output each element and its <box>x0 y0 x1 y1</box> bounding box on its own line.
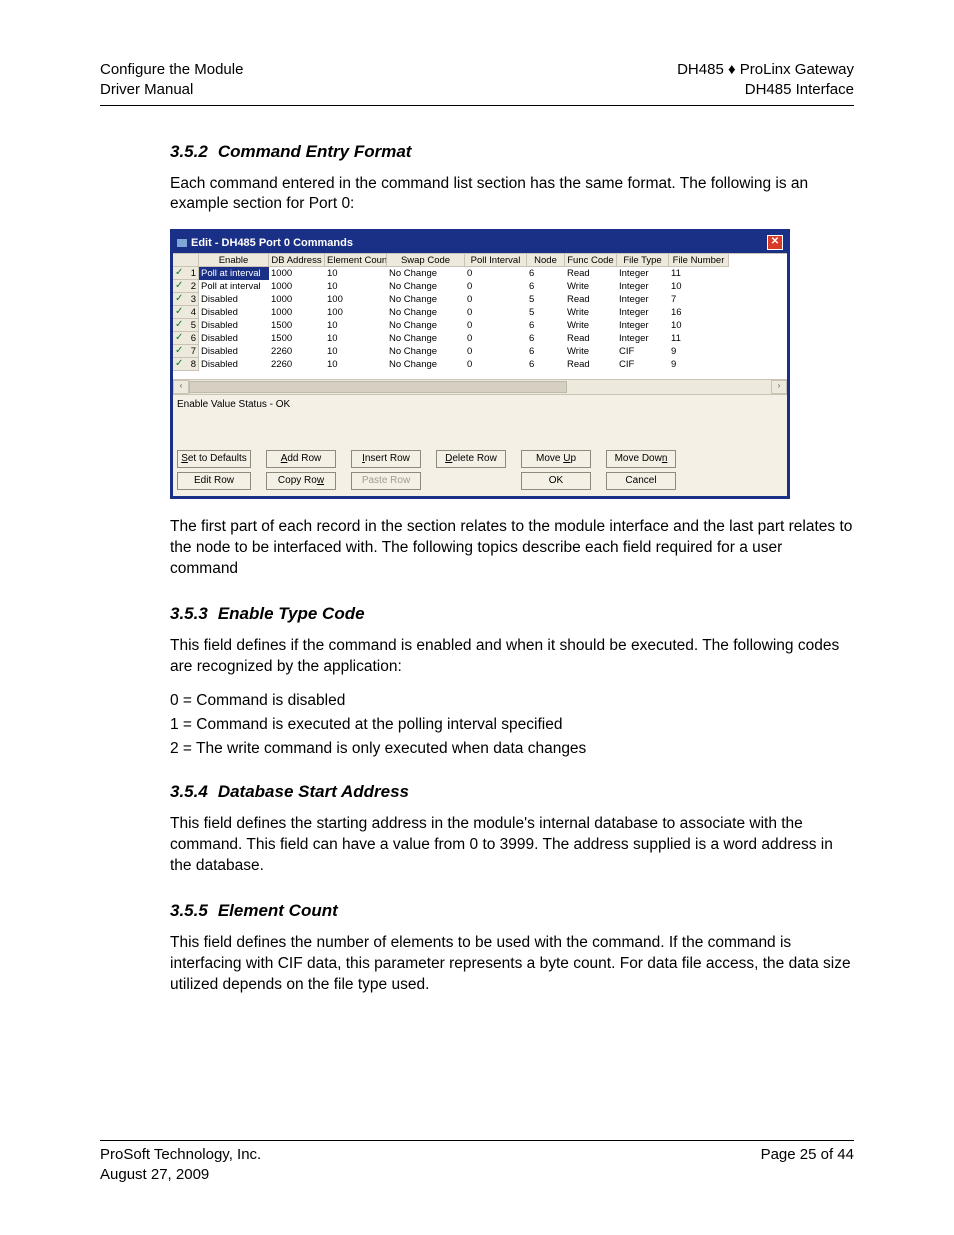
enable-code-0: 0 = Command is disabled <box>170 692 854 710</box>
para-3-5-2-after: The first part of each record in the sec… <box>170 517 854 580</box>
ok-button[interactable]: OK <box>521 472 591 490</box>
table-row[interactable]: ✓5Disabled150010No Change06WriteInteger1… <box>173 319 787 332</box>
scroll-right-icon[interactable]: › <box>771 380 787 394</box>
footer-date: August 27, 2009 <box>100 1165 261 1185</box>
edit-row-button[interactable]: Edit Row <box>177 472 251 490</box>
heading-3-5-4: 3.5.4Database Start Address <box>170 782 854 802</box>
move-down-button[interactable]: Move Down <box>606 450 676 468</box>
heading-3-5-2: 3.5.2Command Entry Format <box>170 142 854 162</box>
table-row[interactable]: ✓3Disabled1000100No Change05ReadInteger7 <box>173 293 787 306</box>
header-left-1: Configure the Module <box>100 60 243 80</box>
grid-header-row: Enable DB Address Element Count Swap Cod… <box>173 254 787 267</box>
para-3-5-5: This field defines the number of element… <box>170 933 854 996</box>
enable-code-1: 1 = Command is executed at the polling i… <box>170 716 854 734</box>
page-header: Configure the Module Driver Manual DH485… <box>100 60 854 106</box>
table-row[interactable]: ✓7Disabled226010No Change06WriteCIF9 <box>173 345 787 358</box>
set-defaults-button[interactable]: Set to Defaults <box>177 450 251 468</box>
scroll-left-icon[interactable]: ‹ <box>173 380 189 394</box>
horizontal-scrollbar[interactable]: ‹ › <box>173 379 787 394</box>
para-3-5-3-intro: This field defines if the command is ena… <box>170 636 854 678</box>
page-content: 3.5.2Command Entry Format Each command e… <box>100 142 854 996</box>
table-row[interactable]: ✓1Poll at interval100010No Change06ReadI… <box>173 267 787 280</box>
heading-3-5-5: 3.5.5Element Count <box>170 901 854 921</box>
header-left-2: Driver Manual <box>100 80 243 100</box>
table-row[interactable]: ✓6Disabled150010No Change06ReadInteger11 <box>173 332 787 345</box>
dialog-titlebar: Edit - DH485 Port 0 Commands ✕ <box>173 232 787 253</box>
insert-row-button[interactable]: Insert Row <box>351 450 421 468</box>
move-up-button[interactable]: Move Up <box>521 450 591 468</box>
status-text: Enable Value Status - OK <box>173 395 787 446</box>
document-page: Configure the Module Driver Manual DH485… <box>0 0 954 1235</box>
dialog-button-area: Set to Defaults Add Row Insert Row Delet… <box>173 450 787 496</box>
enable-code-2: 2 = The write command is only executed w… <box>170 740 854 758</box>
add-row-button[interactable]: Add Row <box>266 450 336 468</box>
table-row[interactable]: ✓8Disabled226010No Change06ReadCIF9 <box>173 358 787 371</box>
edit-commands-dialog: Edit - DH485 Port 0 Commands ✕ Enable DB… <box>170 229 790 499</box>
app-icon <box>177 239 187 247</box>
delete-row-button[interactable]: Delete Row <box>436 450 506 468</box>
commands-grid[interactable]: Enable DB Address Element Count Swap Cod… <box>173 253 787 395</box>
close-icon[interactable]: ✕ <box>767 235 783 250</box>
page-footer: ProSoft Technology, Inc. August 27, 2009… <box>100 1140 854 1186</box>
table-row[interactable]: ✓2Poll at interval100010No Change06Write… <box>173 280 787 293</box>
dialog-title-text: Edit - DH485 Port 0 Commands <box>191 237 353 249</box>
header-right-2: DH485 Interface <box>677 80 854 100</box>
para-3-5-4: This field defines the starting address … <box>170 814 854 877</box>
para-3-5-2-intro: Each command entered in the command list… <box>170 174 854 216</box>
table-row[interactable]: ✓4Disabled1000100No Change05WriteInteger… <box>173 306 787 319</box>
copy-row-button[interactable]: Copy Row <box>266 472 336 490</box>
cancel-button[interactable]: Cancel <box>606 472 676 490</box>
heading-3-5-3: 3.5.3Enable Type Code <box>170 604 854 624</box>
paste-row-button[interactable]: Paste Row <box>351 472 421 490</box>
header-right-1: DH485 ♦ ProLinx Gateway <box>677 60 854 80</box>
footer-page-number: Page 25 of 44 <box>761 1145 854 1165</box>
footer-company: ProSoft Technology, Inc. <box>100 1145 261 1165</box>
